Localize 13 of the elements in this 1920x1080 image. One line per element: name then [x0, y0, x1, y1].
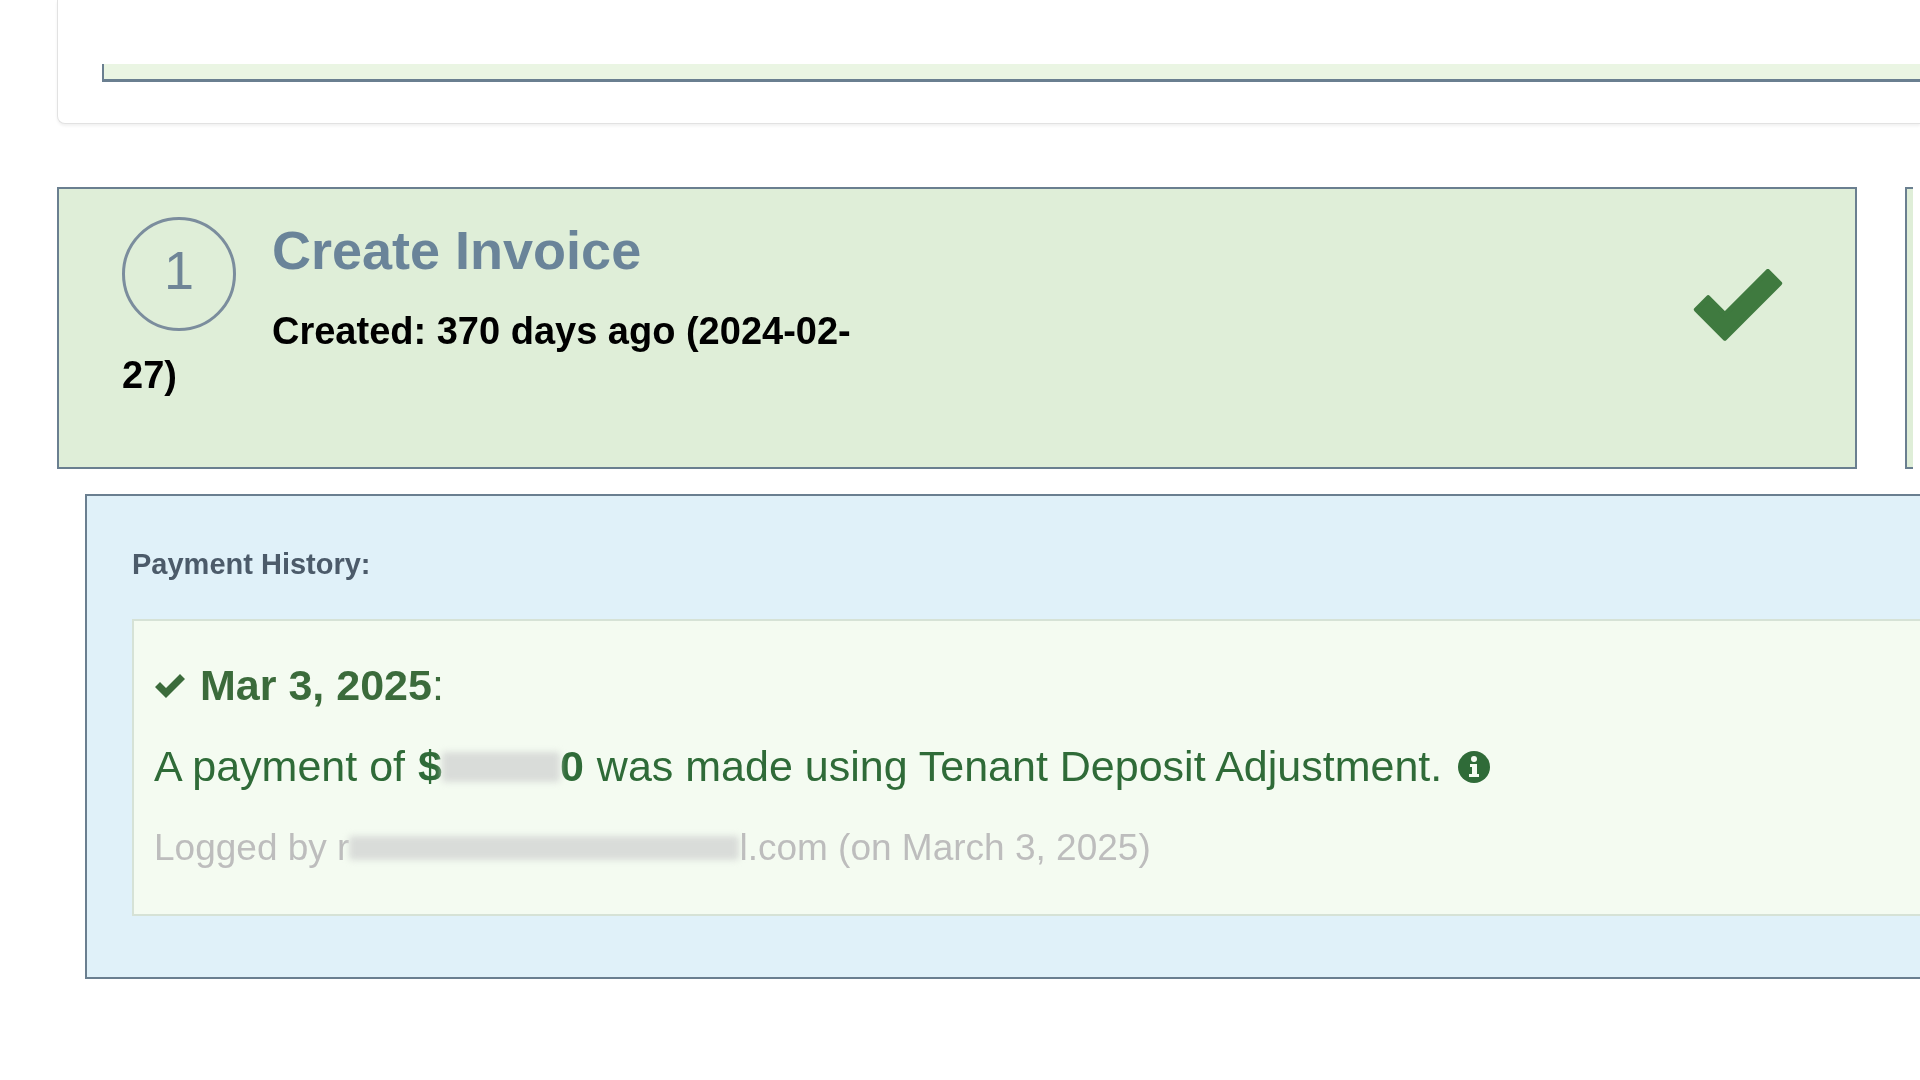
checkmark-icon [154, 672, 186, 699]
payment-date: Mar 3, 2025 [200, 661, 432, 710]
step-title: Create Invoice [272, 219, 643, 282]
date-colon: : [431, 661, 444, 710]
step-number: 1 [122, 217, 236, 331]
info-icon[interactable] [1457, 749, 1492, 784]
section-heading: Payment History: [132, 548, 372, 581]
logged-by-text: l.com (on March 3, 2025) [739, 827, 1151, 869]
payment-text: was made using Tenant Deposit Adjustment. [596, 742, 1443, 791]
payment-amount: $ [418, 742, 442, 791]
payment-text: A payment of [154, 742, 405, 791]
logged-by-text: Logged by r [154, 827, 350, 869]
payment-amount: 0 [559, 742, 584, 791]
